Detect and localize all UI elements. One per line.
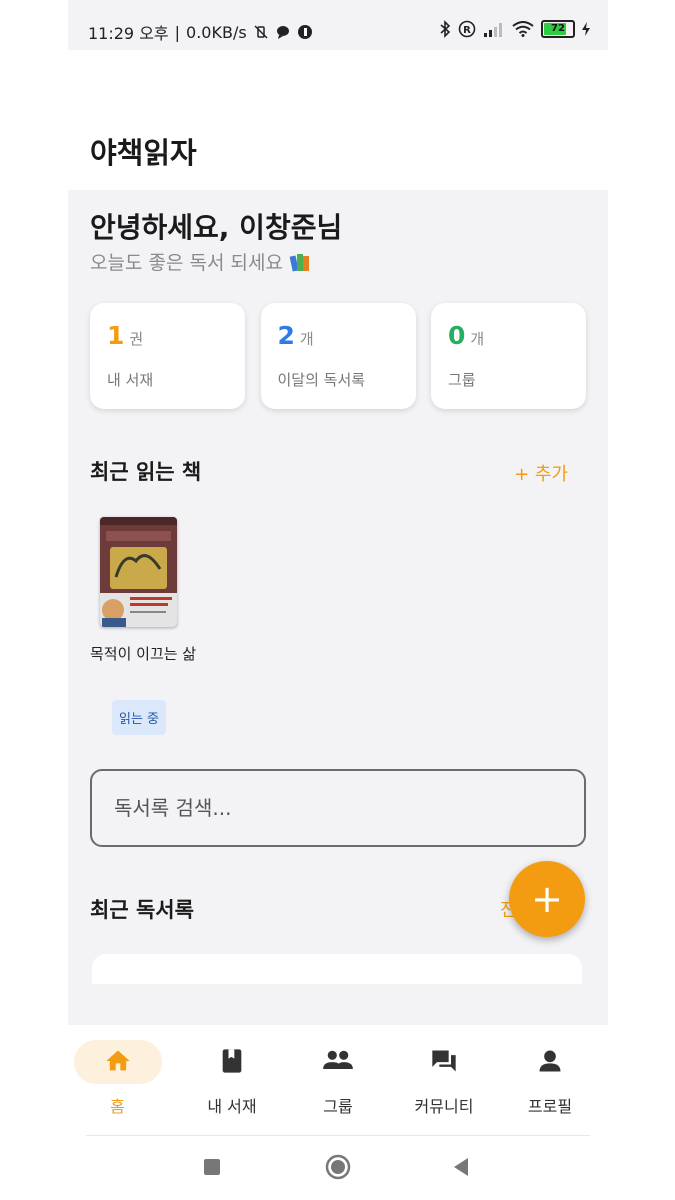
stat-card-monthly-reviews[interactable]: 2개 이달의 독서록: [260, 303, 416, 409]
recent-books-title: 최근 읽는 책: [90, 460, 202, 484]
nav-label-community: 커뮤니티: [414, 1097, 474, 1116]
home-icon: [106, 1050, 130, 1071]
stats-row: 1권 내 서재 2개 이달의 독서록 0개 그룹: [90, 303, 586, 409]
recents-icon[interactable]: [203, 1158, 221, 1176]
status-speed: 0.0KB/s: [186, 22, 247, 42]
bottom-nav: 홈 내 서재 그룹 커뮤니티 프로필: [68, 1025, 608, 1135]
charging-icon: [582, 22, 590, 36]
nav-label-groups: 그룹: [323, 1097, 353, 1116]
nav-label-library: 내 서재: [207, 1097, 257, 1116]
status-time: 11:29 오후: [88, 24, 169, 43]
nav-item-library[interactable]: 내 서재: [179, 1025, 285, 1135]
bluetooth-icon: [440, 20, 451, 38]
stat-card-library[interactable]: 1권 내 서재: [90, 303, 245, 409]
stat-label: 내 서재: [107, 371, 154, 389]
status-left: 11:29 오후 | 0.0KB/s: [88, 20, 313, 44]
recent-reviews-title: 최근 독서록: [90, 898, 194, 922]
add-fab-button[interactable]: +: [509, 861, 585, 937]
forum-icon: [432, 1050, 456, 1072]
stat-unit: 권: [129, 330, 144, 348]
greeting-subtitle-row: 오늘도 좋은 독서 되세요: [90, 248, 311, 275]
chat-icon: [276, 26, 289, 39]
greeting-title: 안녕하세요, 이창준님: [90, 211, 343, 244]
nav-item-groups[interactable]: 그룹: [285, 1025, 391, 1135]
status-bar: 11:29 오후 | 0.0KB/s R 72: [68, 0, 608, 50]
back-icon[interactable]: [451, 1157, 471, 1177]
battery-icon: 72: [541, 20, 575, 38]
app-title: 야책읽자: [90, 136, 197, 170]
greeting-subtitle: 오늘도 좋은 독서 되세요: [90, 252, 283, 274]
home-button-icon[interactable]: [325, 1154, 351, 1180]
vibrate-off-icon: [254, 25, 268, 39]
stat-value: 0: [448, 321, 466, 350]
nav-item-profile[interactable]: 프로필: [497, 1025, 603, 1135]
stat-value: 2: [277, 321, 295, 350]
system-nav-bar: [68, 1136, 608, 1200]
person-icon: [539, 1050, 561, 1072]
group-icon: [323, 1050, 353, 1069]
stat-label: 이달의 독서록: [277, 371, 366, 389]
stat-value: 1: [107, 321, 125, 350]
stat-unit: 개: [299, 330, 314, 348]
review-search-box[interactable]: [90, 769, 586, 847]
stat-unit: 개: [470, 330, 485, 348]
nav-item-home[interactable]: 홈: [73, 1025, 179, 1135]
reading-status-badge: 읽는 중: [112, 700, 167, 735]
svg-text:R: R: [463, 25, 471, 36]
nav-label-profile: 프로필: [527, 1097, 573, 1116]
review-card[interactable]: [92, 954, 582, 984]
books-icon: [289, 253, 309, 271]
book-title[interactable]: 목적이 이끄는 삶: [90, 638, 200, 670]
review-search-input[interactable]: [112, 789, 556, 827]
nav-label-home: 홈: [110, 1097, 125, 1116]
app-notification-icon: [297, 25, 312, 39]
phone-screen: 11:29 오후 | 0.0KB/s R 72 야책읽자 안녕하세요, 이창준님…: [68, 0, 608, 1200]
stat-label: 그룹: [448, 371, 476, 389]
nav-item-community[interactable]: 커뮤니티: [391, 1025, 497, 1135]
app-bar: 야책읽자: [68, 50, 608, 190]
signal-icon: [484, 23, 502, 37]
registered-icon: R: [458, 20, 476, 38]
wifi-icon: [512, 21, 534, 37]
book-icon: [222, 1049, 242, 1073]
plus-icon: +: [531, 877, 563, 921]
status-right: R 72: [439, 20, 590, 38]
add-book-link[interactable]: + 추가: [514, 460, 568, 486]
book-cover-image[interactable]: [100, 517, 177, 627]
stat-card-groups[interactable]: 0개 그룹: [431, 303, 586, 409]
